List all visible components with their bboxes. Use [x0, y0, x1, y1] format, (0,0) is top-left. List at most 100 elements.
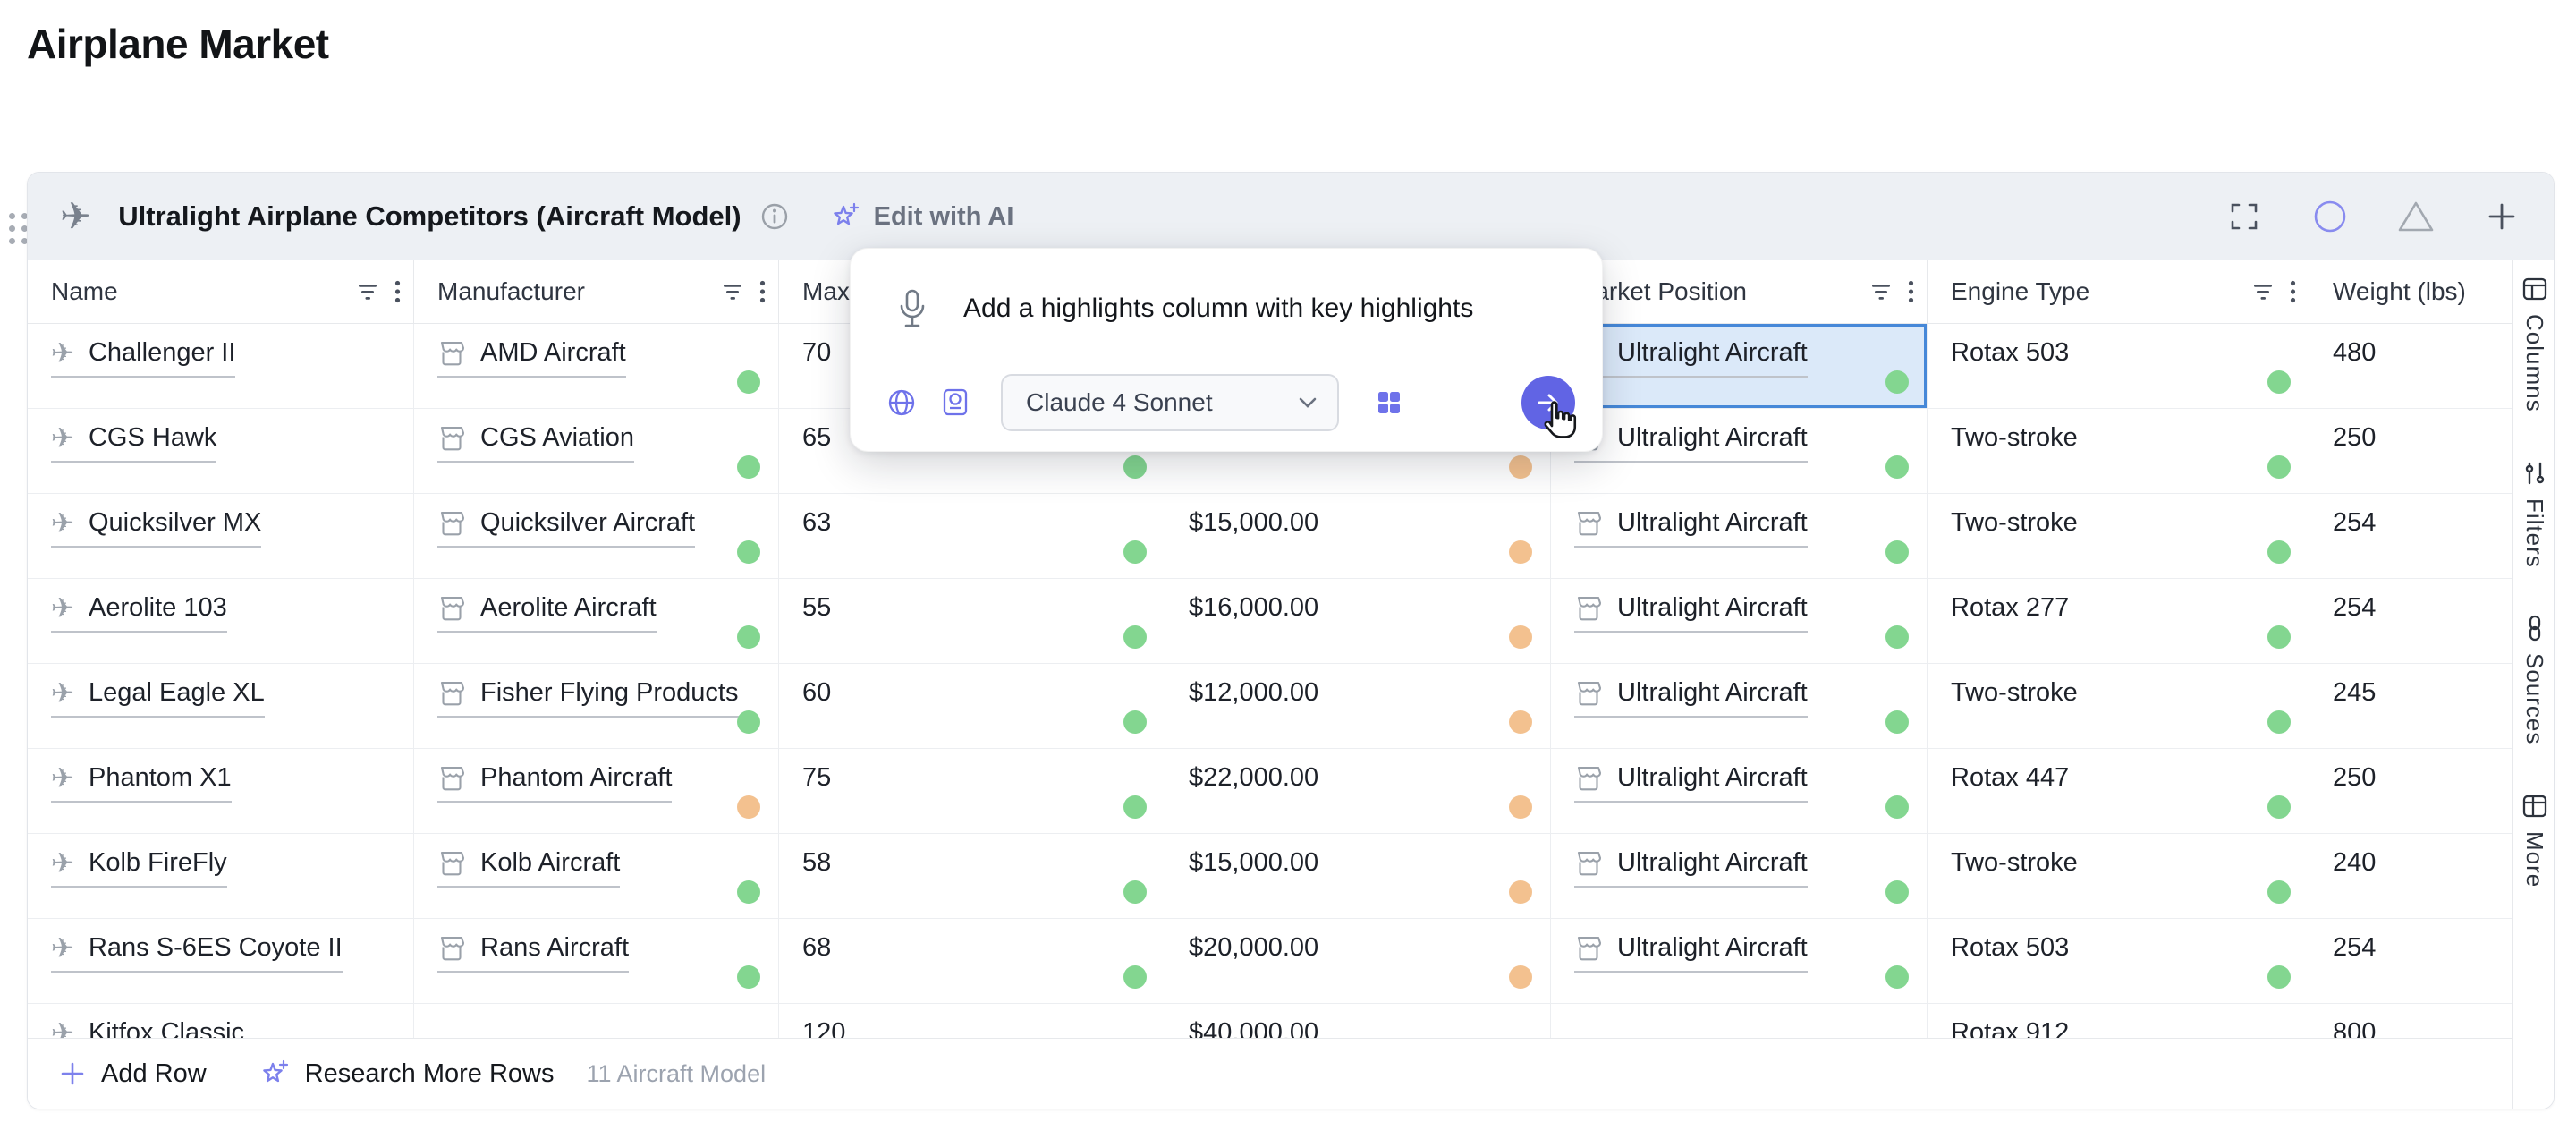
cell-manufacturer[interactable]: CGS Aviation — [414, 409, 779, 493]
cell-market-position[interactable]: Ultralight Aircraft — [1551, 749, 1928, 833]
cell-col3[interactable]: $12,000.00 — [1165, 664, 1551, 748]
right-rail: Columns Filters Sources More — [2512, 260, 2555, 1109]
cell-weight-lbs-[interactable]: 245 — [2309, 664, 2512, 748]
submit-prompt-button[interactable] — [1521, 376, 1575, 429]
column-header-label: Manufacturer — [437, 277, 585, 306]
cell-weight-lbs-[interactable]: 254 — [2309, 579, 2512, 663]
column-header-market-position[interactable]: Market Position — [1551, 260, 1928, 323]
edit-with-ai-button[interactable]: Edit with AI — [829, 200, 1014, 233]
column-header-name[interactable]: Name — [28, 260, 414, 323]
column-header-engine-type[interactable]: Engine Type — [1928, 260, 2309, 323]
cell-col3[interactable]: $40,000.00 — [1165, 1004, 1551, 1038]
cell-manufacturer[interactable]: Kolb Aircraft — [414, 834, 779, 918]
kebab-menu-icon[interactable] — [759, 280, 766, 303]
rail-item-columns[interactable]: Columns — [2521, 275, 2549, 412]
cell-market-position[interactable]: Ultralight Aircraft — [1551, 664, 1928, 748]
cell-col3[interactable]: $22,000.00 — [1165, 749, 1551, 833]
cell-weight-lbs-[interactable]: 250 — [2309, 409, 2512, 493]
cell-market-position[interactable]: Ultralight Aircraft — [1551, 494, 1928, 578]
ai-prompt-popup: Add a highlights column with key highlig… — [850, 248, 1603, 452]
cell-manufacturer[interactable]: Aerolite Aircraft — [414, 579, 779, 663]
cell-engine-type[interactable]: Two-stroke — [1928, 494, 2309, 578]
filter-icon[interactable] — [1872, 284, 1892, 301]
info-icon[interactable] — [759, 201, 790, 232]
research-more-rows-button[interactable]: Research More Rows — [258, 1058, 555, 1090]
model-selector-dropdown[interactable]: Claude 4 Sonnet — [1001, 374, 1339, 431]
cell-manufacturer[interactable]: AMD Aircraft — [414, 324, 779, 408]
column-header-weight-lbs-[interactable]: Weight (lbs) — [2309, 260, 2512, 323]
cell-market-position[interactable]: Ultralight Aircraft — [1551, 409, 1928, 493]
triangle-shape-icon[interactable] — [2396, 197, 2436, 236]
filter-icon[interactable] — [2254, 284, 2274, 301]
rail-item-more[interactable]: More — [2521, 792, 2549, 888]
cell-engine-type[interactable]: Rotax 503 — [1928, 919, 2309, 1003]
cell-max[interactable]: 75 — [779, 749, 1165, 833]
cell-text: Ultralight Aircraft — [1617, 763, 1808, 793]
cell-market-position[interactable]: Ultralight Aircraft — [1551, 324, 1928, 408]
cell-name[interactable]: ✈CGS Hawk — [28, 409, 414, 493]
cell-engine-type[interactable]: Rotax 447 — [1928, 749, 2309, 833]
circle-shape-icon[interactable] — [2310, 197, 2350, 236]
add-row-button[interactable]: Add Row — [58, 1059, 207, 1089]
table-output-icon[interactable] — [1375, 388, 1403, 417]
cell-weight-lbs-[interactable]: 254 — [2309, 919, 2512, 1003]
cell-max[interactable]: 63 — [779, 494, 1165, 578]
knowledge-book-icon[interactable] — [940, 387, 970, 418]
cell-engine-type[interactable]: Two-stroke — [1928, 409, 2309, 493]
filter-icon[interactable] — [359, 284, 378, 301]
cell-col3[interactable]: $15,000.00 — [1165, 834, 1551, 918]
cell-name[interactable]: ✈Aerolite 103 — [28, 579, 414, 663]
kebab-menu-icon[interactable] — [2290, 280, 2296, 303]
cell-name[interactable]: ✈Rans S-6ES Coyote II — [28, 919, 414, 1003]
cell-max[interactable]: 55 — [779, 579, 1165, 663]
cell-market-position[interactable] — [1551, 1004, 1928, 1038]
cell-name[interactable]: ✈Kitfox Classic — [28, 1004, 414, 1038]
airplane-icon: ✈ — [60, 198, 91, 235]
cell-market-position[interactable]: Ultralight Aircraft — [1551, 579, 1928, 663]
cell-manufacturer[interactable]: Rans Aircraft — [414, 919, 779, 1003]
cell-engine-type[interactable]: Two-stroke — [1928, 664, 2309, 748]
cell-market-position[interactable]: Ultralight Aircraft — [1551, 834, 1928, 918]
cell-weight-lbs-[interactable]: 480 — [2309, 324, 2512, 408]
cell-col3[interactable]: $16,000.00 — [1165, 579, 1551, 663]
globe-icon[interactable] — [886, 387, 917, 418]
cell-manufacturer[interactable]: Fisher Flying Products — [414, 664, 779, 748]
cell-manufacturer[interactable] — [414, 1004, 779, 1038]
kebab-menu-icon[interactable] — [1908, 280, 1914, 303]
cell-name[interactable]: ✈Quicksilver MX — [28, 494, 414, 578]
cell-col3[interactable]: $15,000.00 — [1165, 494, 1551, 578]
cell-name[interactable]: ✈Challenger II — [28, 324, 414, 408]
cell-max[interactable]: 60 — [779, 664, 1165, 748]
cell-name[interactable]: ✈Legal Eagle XL — [28, 664, 414, 748]
kebab-menu-icon[interactable] — [394, 280, 401, 303]
cell-weight-lbs-[interactable]: 240 — [2309, 834, 2512, 918]
rail-item-filters[interactable]: Filters — [2521, 459, 2549, 568]
cell-name[interactable]: ✈Phantom X1 — [28, 749, 414, 833]
rail-item-sources[interactable]: Sources — [2521, 614, 2549, 744]
cell-col3[interactable]: $20,000.00 — [1165, 919, 1551, 1003]
ai-prompt-text[interactable]: Add a highlights column with key highlig… — [963, 293, 1536, 324]
cell-engine-type[interactable]: Two-stroke — [1928, 834, 2309, 918]
cell-max[interactable]: 68 — [779, 919, 1165, 1003]
cell-manufacturer[interactable]: Phantom Aircraft — [414, 749, 779, 833]
cell-weight-lbs-[interactable]: 800 — [2309, 1004, 2512, 1038]
drag-handle-icon[interactable] — [9, 213, 28, 244]
cell-engine-type[interactable]: Rotax 503 — [1928, 324, 2309, 408]
storefront-icon — [437, 765, 466, 792]
microphone-icon[interactable] — [897, 288, 928, 329]
cell-engine-type[interactable]: Rotax 912 — [1928, 1004, 2309, 1038]
cell-max[interactable]: 58 — [779, 834, 1165, 918]
storefront-icon — [437, 340, 466, 367]
filter-icon[interactable] — [724, 284, 743, 301]
cell-manufacturer[interactable]: Quicksilver Aircraft — [414, 494, 779, 578]
airplane-icon: ✈ — [51, 1019, 74, 1038]
cell-market-position[interactable]: Ultralight Aircraft — [1551, 919, 1928, 1003]
cell-weight-lbs-[interactable]: 254 — [2309, 494, 2512, 578]
column-header-manufacturer[interactable]: Manufacturer — [414, 260, 779, 323]
cell-name[interactable]: ✈Kolb FireFly — [28, 834, 414, 918]
cell-weight-lbs-[interactable]: 250 — [2309, 749, 2512, 833]
fullscreen-icon[interactable] — [2224, 197, 2264, 236]
cell-engine-type[interactable]: Rotax 277 — [1928, 579, 2309, 663]
cell-max[interactable]: 120 — [779, 1004, 1165, 1038]
add-view-plus-icon[interactable] — [2482, 197, 2521, 236]
